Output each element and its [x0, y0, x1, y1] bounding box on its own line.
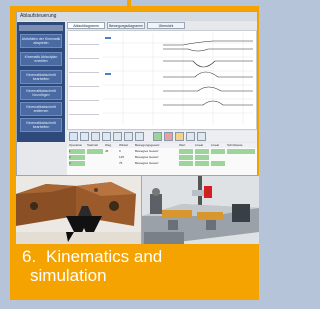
- add-icon[interactable]: [153, 132, 162, 141]
- sidebar-header: [19, 25, 63, 31]
- table-row[interactable]: 3 75 Bewegtes Gesetz: [67, 161, 257, 166]
- header-cell: Weg: [105, 143, 112, 147]
- table-header: Operation Startzeit Weg Winkel Bewegungs…: [67, 143, 257, 148]
- table-cell[interactable]: [179, 149, 193, 154]
- motion-curve-3: [163, 60, 253, 68]
- step-icon[interactable]: [80, 132, 89, 141]
- sidebar: Aktivitäten der Kinematik abspielen Kine…: [17, 22, 65, 142]
- table-row[interactable]: 1 45 0 Bewegtes Gesetz: [67, 149, 257, 154]
- table-cell[interactable]: 75: [119, 161, 133, 166]
- table-cell[interactable]: Bewegtes Gesetz: [135, 155, 175, 160]
- zoom-icon[interactable]: [186, 132, 195, 141]
- toolbar: [67, 131, 257, 142]
- table-cell[interactable]: [195, 155, 209, 160]
- header-cell: Winkel: [119, 143, 129, 147]
- tab-bar: Ablaufdiagramm Bewegungsdiagramm Übersic…: [67, 22, 257, 29]
- table-cell[interactable]: [179, 161, 193, 166]
- grid-icon[interactable]: [102, 132, 111, 141]
- edit-icon[interactable]: [135, 132, 144, 141]
- table-cell[interactable]: [211, 155, 225, 160]
- table-cell[interactable]: 0: [119, 149, 133, 154]
- sidebar-item-remove[interactable]: Kinematikabschnitt entfernen: [20, 102, 62, 116]
- table-cell[interactable]: 45: [105, 149, 117, 154]
- table-cell[interactable]: [211, 149, 225, 154]
- table-cell[interactable]: [87, 149, 103, 154]
- plot-row-labels: [69, 32, 103, 126]
- motion-curve-5: [163, 86, 253, 92]
- tab-motion[interactable]: Bewegungsdiagramm: [107, 22, 145, 29]
- motion-curve-2: [163, 48, 253, 52]
- sidebar-item-create-plan[interactable]: Kinematik Ablaufplan erstellen: [20, 52, 62, 66]
- table-icon[interactable]: [91, 132, 100, 141]
- header-cell: Lineal: [211, 143, 220, 147]
- table-cell[interactable]: 125: [119, 155, 133, 160]
- page-frame: Ablaufsteuerung Aktivitäten der Kinemati…: [0, 0, 269, 309]
- header-cell: Startzeit: [87, 143, 99, 147]
- table-cell[interactable]: Bewegtes Gesetz: [135, 149, 175, 154]
- header-cell: Schrittweite: [227, 143, 243, 147]
- table-cell[interactable]: [179, 155, 193, 160]
- settings-icon[interactable]: [175, 132, 184, 141]
- table-cell[interactable]: [227, 149, 255, 154]
- assembly-line-render-image: [142, 176, 259, 244]
- table-cell[interactable]: 1: [69, 149, 85, 154]
- table-cell[interactable]: [211, 161, 225, 166]
- header-cell: Bewegungsgesetz: [135, 143, 160, 147]
- list-icon[interactable]: [124, 132, 133, 141]
- sidebar-item-edit[interactable]: Kinematikabschnitt bearbeiten: [20, 70, 62, 84]
- header-cell: Wert: [179, 143, 186, 147]
- header-cell: Operation: [69, 143, 83, 147]
- caption-line-2: simulation: [30, 266, 107, 285]
- table-row[interactable]: 2 125 Bewegtes Gesetz: [67, 155, 257, 160]
- export-icon[interactable]: [197, 132, 206, 141]
- table-cell[interactable]: 3: [69, 161, 85, 166]
- feature-caption: 6. Kinematics and: [22, 247, 254, 266]
- remove-icon[interactable]: [164, 132, 173, 141]
- sidebar-item-add[interactable]: Kinematikabschnitt hinzufügen: [20, 86, 62, 100]
- header-cell: Lineal: [195, 143, 204, 147]
- chart-icon[interactable]: [113, 132, 122, 141]
- table-cell[interactable]: [87, 161, 103, 166]
- caption-line-1: Kinematics and: [46, 247, 163, 266]
- motion-curve-6: [163, 100, 253, 106]
- window-title: Ablaufsteuerung: [17, 12, 257, 21]
- motion-curve-4: [163, 71, 253, 78]
- tab-sequence[interactable]: Ablaufdiagramm: [67, 22, 105, 29]
- table-cell[interactable]: [195, 149, 209, 154]
- software-screenshot: Ablaufsteuerung Aktivitäten der Kinemati…: [16, 11, 258, 176]
- table-cell[interactable]: Bewegtes Gesetz: [135, 161, 175, 166]
- sidebar-item-edit-2[interactable]: Kinematikabschnitt bearbeiten: [20, 118, 62, 132]
- table-cell[interactable]: [105, 155, 117, 160]
- gripper-render-image: [16, 176, 141, 244]
- caption-number: 6.: [22, 247, 37, 266]
- tab-overview[interactable]: Übersicht: [147, 22, 185, 29]
- table-cell[interactable]: [227, 161, 255, 166]
- play-icon[interactable]: [69, 132, 78, 141]
- operations-table: Operation Startzeit Weg Winkel Bewegungs…: [67, 143, 257, 175]
- table-cell[interactable]: [227, 155, 255, 160]
- motion-diagram: [103, 33, 253, 125]
- table-cell[interactable]: [195, 161, 209, 166]
- table-cell[interactable]: [87, 155, 103, 160]
- table-cell[interactable]: [105, 161, 117, 166]
- sidebar-item-play[interactable]: Aktivitäten der Kinematik abspielen: [20, 34, 62, 48]
- table-cell[interactable]: 2: [69, 155, 85, 160]
